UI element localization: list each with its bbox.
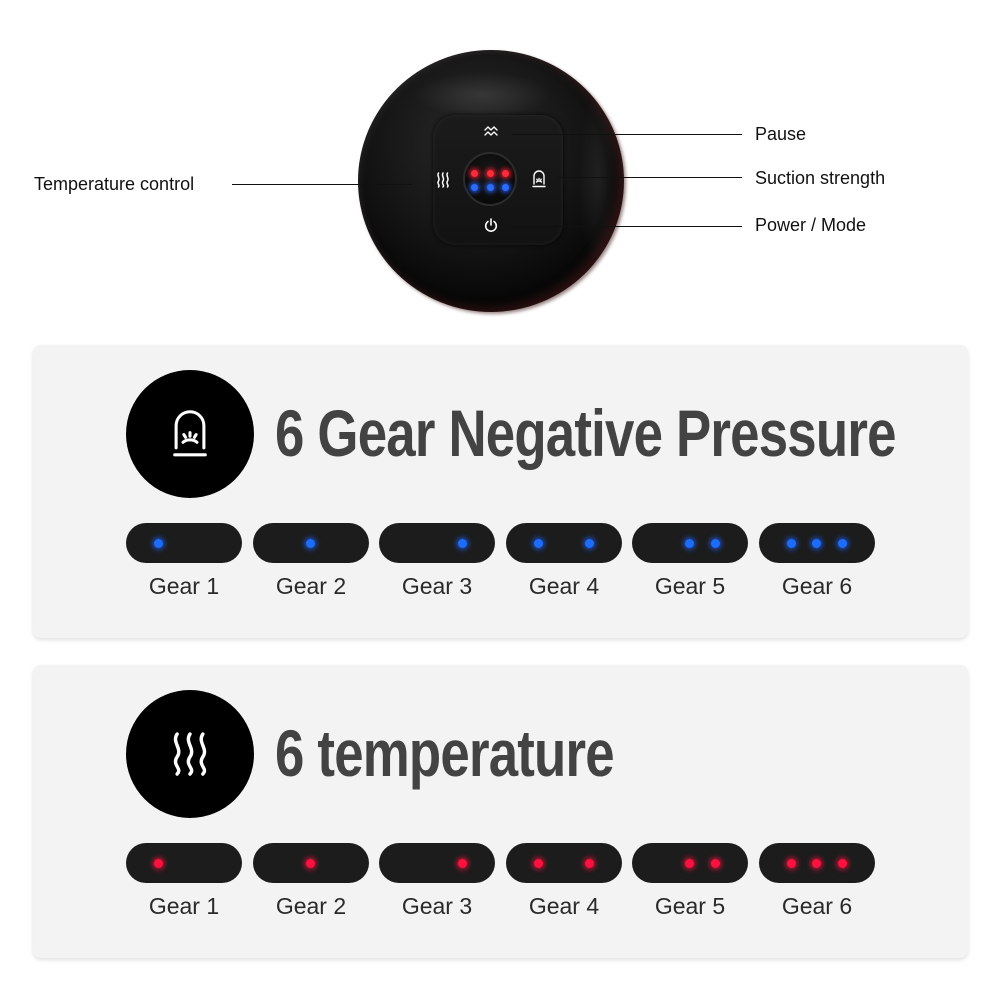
- suction-cup-icon[interactable]: [532, 170, 546, 188]
- gear-indicator-pill: [379, 843, 495, 883]
- gear-indicator-pill: [506, 843, 622, 883]
- led-blue: [502, 184, 509, 191]
- indicator-dot-center: [812, 539, 821, 548]
- gear-indicator-pill: [379, 523, 495, 563]
- gear-indicator-pill: [759, 523, 875, 563]
- indicator-dot-right: [711, 859, 720, 868]
- card-title: 6 temperature: [275, 716, 615, 790]
- indicator-dot-left: [154, 859, 163, 868]
- device-rim-highlight: [578, 90, 618, 270]
- callout-pause: Pause: [755, 124, 807, 144]
- gear-label: Gear 3: [401, 893, 473, 919]
- led-blue: [487, 184, 494, 191]
- indicator-dot-left: [154, 539, 163, 548]
- gear-label: Gear 1: [148, 893, 220, 919]
- temperature-card: 6 temperature Gear 1 Gear 2 Gear 3 Gear 4 Ge…: [33, 665, 968, 958]
- gear-list: Gear 1 Gear 2 Gear 3 Gear 4 Gear 5 Gear 6: [126, 843, 886, 933]
- indicator-dot-left: [534, 539, 543, 548]
- suction-cup-icon: [126, 370, 254, 498]
- indicator-dot-right: [838, 539, 847, 548]
- indicator-dot-left: [787, 539, 796, 548]
- gear-indicator-pill: [506, 523, 622, 563]
- gear-indicator-pill: [759, 843, 875, 883]
- gear-label: Gear 2: [275, 893, 347, 919]
- pause-wave-icon[interactable]: [484, 124, 498, 138]
- gear-label: Gear 6: [781, 573, 853, 599]
- gear-label: Gear 5: [654, 573, 726, 599]
- led-red: [471, 170, 478, 177]
- gear-label: Gear 4: [528, 573, 600, 599]
- indicator-dot-right: [458, 539, 467, 548]
- massager-device: [358, 50, 624, 312]
- gear-label: Gear 3: [401, 573, 473, 599]
- callout-power-mode: Power / Mode: [755, 215, 867, 235]
- indicator-dot-left: [534, 859, 543, 868]
- callout-temperature-control: Temperature control: [34, 174, 195, 194]
- heat-waves-icon[interactable]: [436, 172, 450, 188]
- pressure-card: 6 Gear Negative Pressure Gear 1 Gear 2 Gea…: [33, 345, 968, 638]
- callout-suction-strength: Suction strength: [755, 168, 886, 188]
- indicator-dot-center: [306, 859, 315, 868]
- led-blue: [471, 184, 478, 191]
- indicator-dot-right: [585, 539, 594, 548]
- led-indicator-disc: [463, 152, 517, 206]
- gear-indicator-pill: [253, 523, 369, 563]
- indicator-dot-left: [787, 859, 796, 868]
- gear-label: Gear 4: [528, 893, 600, 919]
- indicator-dot-center: [685, 859, 694, 868]
- callout-line-pause: [512, 134, 742, 135]
- callout-line-temperature: [232, 184, 412, 185]
- indicator-dot-right: [711, 539, 720, 548]
- indicator-dot-right: [585, 859, 594, 868]
- card-title: 6 Gear Negative Pressure: [275, 396, 896, 470]
- gear-indicator-pill: [253, 843, 369, 883]
- indicator-dot-center: [812, 859, 821, 868]
- gear-list: Gear 1 Gear 2 Gear 3 Gear 4 Gear 5 Gear 6: [126, 523, 886, 613]
- gear-indicator-pill: [632, 843, 748, 883]
- power-icon[interactable]: [484, 218, 498, 233]
- heat-waves-icon: [126, 690, 254, 818]
- gear-indicator-pill: [126, 523, 242, 563]
- led-red: [502, 170, 509, 177]
- indicator-dot-center: [685, 539, 694, 548]
- indicator-dot-center: [306, 539, 315, 548]
- callout-line-power: [510, 226, 742, 227]
- gear-label: Gear 1: [148, 573, 220, 599]
- gear-indicator-pill: [632, 523, 748, 563]
- indicator-dot-right: [458, 859, 467, 868]
- callout-line-suction: [558, 177, 742, 178]
- gear-label: Gear 2: [275, 573, 347, 599]
- device-gloss: [413, 72, 553, 117]
- gear-indicator-pill: [126, 843, 242, 883]
- gear-label: Gear 5: [654, 893, 726, 919]
- indicator-dot-right: [838, 859, 847, 868]
- gear-label: Gear 6: [781, 893, 853, 919]
- led-red: [487, 170, 494, 177]
